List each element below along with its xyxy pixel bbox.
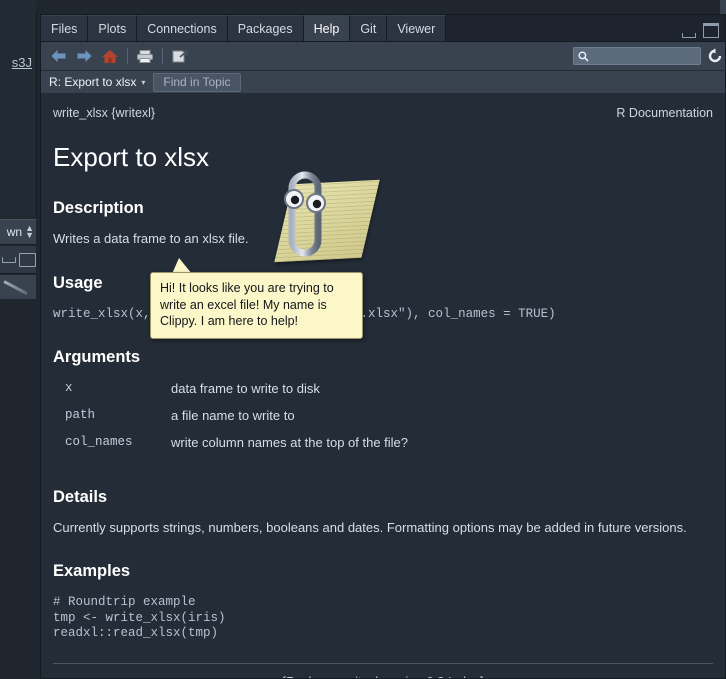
background-dropdown-label: wn	[6, 225, 23, 239]
table-row: col_names write column names at the top …	[53, 435, 408, 462]
background-icon-strip	[0, 246, 36, 274]
tab-label: Packages	[237, 21, 293, 36]
refresh-button[interactable]	[705, 46, 725, 66]
background-window-top-strip	[36, 0, 726, 13]
footer-middle: version 0.2	[377, 674, 448, 678]
minimize-icon[interactable]	[682, 33, 696, 38]
topic-selector[interactable]: R: Export to xlsx ▾	[49, 75, 145, 89]
window-controls	[682, 23, 719, 38]
tab-label: Plots	[98, 21, 127, 36]
show-in-new-window-icon	[172, 49, 188, 62]
background-link-text[interactable]: s3J	[0, 55, 34, 70]
tab-plots[interactable]: Plots	[88, 15, 138, 41]
minimize-mini-icon[interactable]	[2, 256, 16, 263]
show-in-new-window-button[interactable]	[167, 44, 193, 68]
toolbar-separator	[127, 48, 128, 64]
help-document: write_xlsx {writexl} R Documentation Exp…	[41, 94, 725, 678]
window-mini-icon[interactable]	[19, 252, 36, 267]
background-window-right-strip	[720, 0, 726, 14]
table-row: x data frame to write to disk	[53, 381, 408, 408]
background-dropdown[interactable]: wn ▲ ▼	[0, 219, 36, 245]
toolbar-separator	[162, 48, 163, 64]
tab-connections[interactable]: Connections	[137, 15, 228, 41]
tab-viewer[interactable]: Viewer	[387, 15, 447, 41]
help-toolbar	[41, 42, 725, 71]
description-text: Writes a data frame to an xlsx file.	[53, 231, 249, 246]
index-link[interactable]: Index	[448, 674, 480, 678]
footer-prefix: [Package	[283, 674, 341, 678]
home-button[interactable]	[97, 44, 123, 68]
stepper-icon[interactable]: ▲ ▼	[25, 224, 34, 240]
document-header-right: R Documentation	[616, 106, 713, 120]
footer-suffix: ]	[480, 674, 484, 678]
tab-label: Viewer	[397, 21, 436, 36]
document-header-left: write_xlsx {writexl}	[53, 106, 156, 120]
tab-packages[interactable]: Packages	[227, 15, 304, 41]
argument-description: write column names at the top of the fil…	[171, 434, 409, 450]
find-in-topic-button[interactable]: Find in Topic	[153, 72, 241, 92]
examples-code: # Roundtrip example tmp <- write_xlsx(ir…	[53, 595, 226, 640]
chevron-down-icon: ▾	[141, 77, 146, 87]
footer-divider	[53, 663, 713, 665]
search-box[interactable]	[573, 47, 701, 65]
tab-label: Files	[51, 21, 78, 36]
document-header: write_xlsx {writexl} R Documentation	[53, 94, 713, 120]
tab-label: Git	[360, 21, 377, 36]
back-arrow-icon	[51, 50, 65, 62]
forward-button[interactable]	[71, 44, 97, 68]
search-input[interactable]	[592, 50, 696, 62]
argument-description: a file name to write to	[171, 407, 295, 423]
clippy-speech-bubble[interactable]: Hi! It looks like you are trying to writ…	[150, 272, 363, 339]
background-window-left: s3J	[0, 0, 37, 218]
help-topic-bar: R: Export to xlsx ▾ Find in Topic	[41, 71, 725, 94]
topic-selector-label: R: Export to xlsx	[49, 75, 137, 89]
argument-name: path	[65, 407, 96, 422]
maximize-icon[interactable]	[703, 23, 719, 38]
table-row: path a file name to write to	[53, 408, 408, 435]
document-footer: [Package writexl version 0.2 Index]	[53, 674, 713, 678]
arguments-table: x data frame to write to disk path a fil…	[53, 381, 408, 462]
tab-label: Connections	[147, 21, 217, 36]
section-heading-arguments: Arguments	[53, 347, 141, 366]
rstudio-help-pane: Files Plots Connections Packages Help Gi…	[40, 14, 726, 679]
home-icon	[102, 49, 118, 63]
footer-package-name: writexl	[340, 674, 377, 678]
print-button[interactable]	[132, 44, 158, 68]
pane-tab-bar: Files Plots Connections Packages Help Gi…	[41, 15, 725, 42]
argument-name: x	[65, 380, 73, 395]
search-icon	[578, 50, 589, 62]
page-title: Export to xlsx	[53, 142, 210, 172]
brush-icon	[3, 280, 28, 296]
argument-name: col_names	[65, 434, 133, 449]
section-heading-examples: Examples	[53, 562, 131, 581]
tab-files[interactable]: Files	[41, 15, 89, 41]
back-button[interactable]	[45, 44, 71, 68]
background-brush-strip	[0, 275, 36, 299]
tab-help[interactable]: Help	[303, 15, 351, 41]
forward-arrow-icon	[77, 50, 91, 62]
argument-description: data frame to write to disk	[171, 380, 320, 396]
refresh-icon	[708, 48, 722, 63]
print-icon	[137, 49, 153, 63]
section-heading-description: Description	[53, 199, 144, 217]
tab-label: Help	[313, 21, 340, 36]
section-heading-details: Details	[53, 487, 108, 506]
tab-git[interactable]: Git	[350, 15, 388, 41]
details-text: Currently supports strings, numbers, boo…	[53, 519, 687, 535]
